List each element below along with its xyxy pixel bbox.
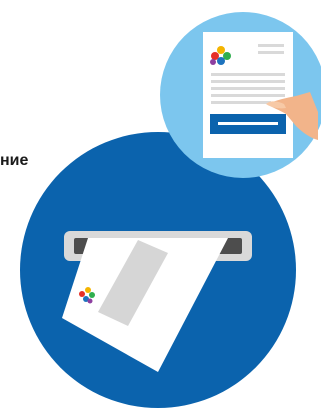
document-icon [203, 32, 293, 158]
scan-illustration [20, 12, 321, 408]
document-circle [160, 12, 321, 178]
illustration-stage: ние [0, 0, 321, 409]
cut-off-label: ние [0, 152, 29, 169]
